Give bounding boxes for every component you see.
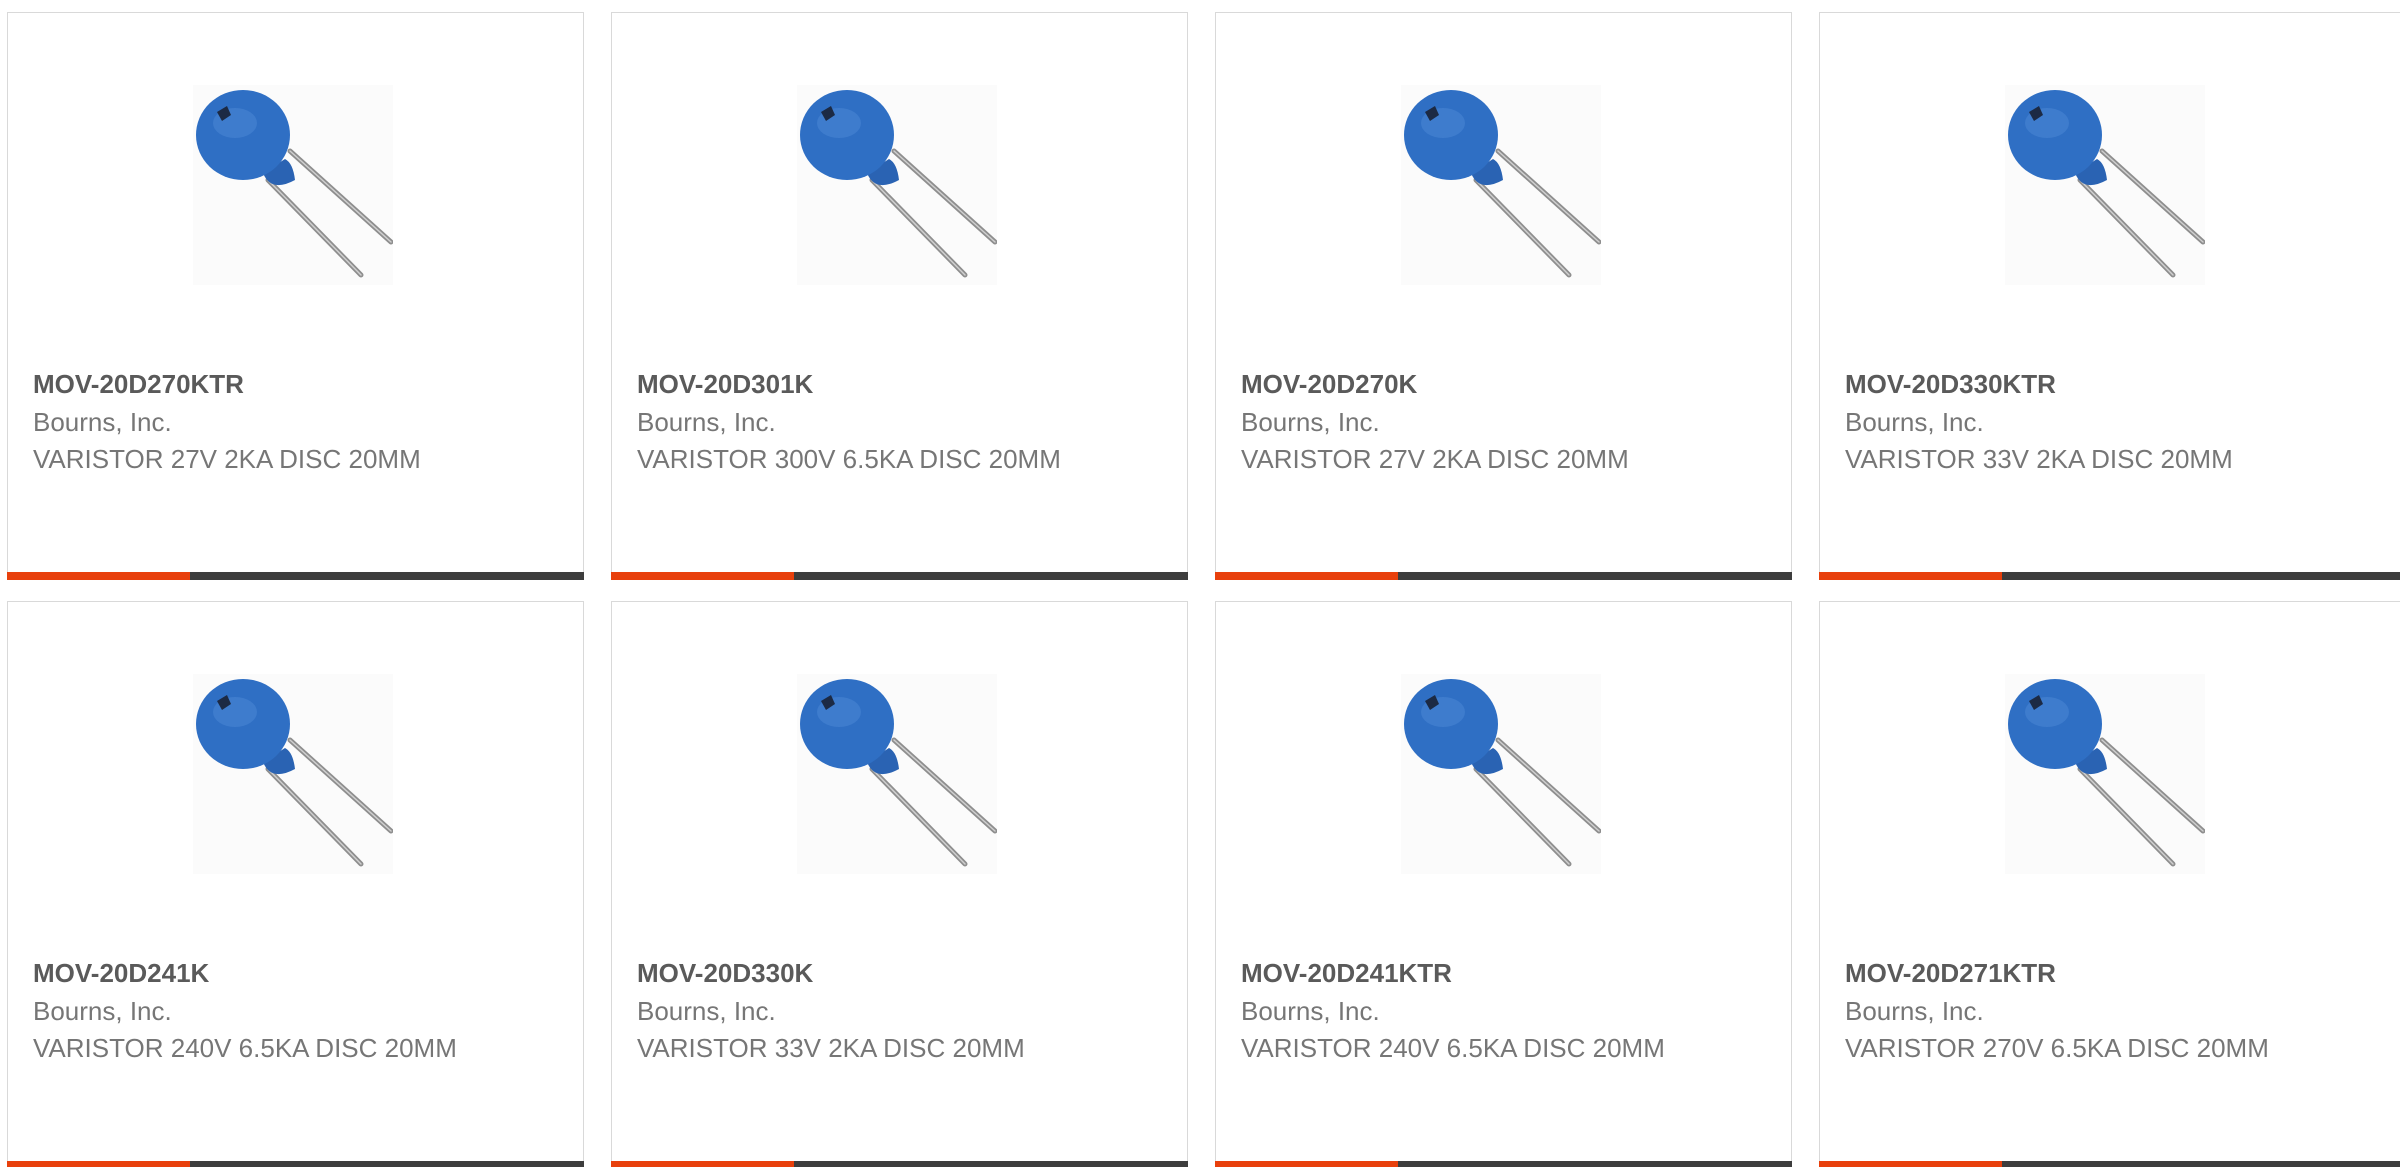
description: VARISTOR 33V 2KA DISC 20MM xyxy=(637,1033,1025,1063)
product-image[interactable] xyxy=(1401,674,1601,874)
part-number[interactable]: MOV-20D241K xyxy=(33,957,209,989)
manufacturer: Bourns, Inc. xyxy=(1845,407,1984,437)
manufacturer: Bourns, Inc. xyxy=(33,996,172,1026)
card-bottom-bar xyxy=(1215,572,1792,580)
product-card[interactable]: MOV-20D241K Bourns, Inc. VARISTOR 240V 6… xyxy=(7,601,584,1167)
card-accent-bar xyxy=(1819,1161,2002,1167)
part-number[interactable]: MOV-20D301K xyxy=(637,368,813,400)
product-image[interactable] xyxy=(193,85,393,285)
part-number[interactable]: MOV-20D270K xyxy=(1241,368,1417,400)
product-card[interactable]: MOV-20D241KTR Bourns, Inc. VARISTOR 240V… xyxy=(1215,601,1792,1167)
manufacturer: Bourns, Inc. xyxy=(1241,407,1380,437)
description: VARISTOR 270V 6.5KA DISC 20MM xyxy=(1845,1033,2269,1063)
product-image[interactable] xyxy=(2005,85,2205,285)
description: VARISTOR 240V 6.5KA DISC 20MM xyxy=(33,1033,457,1063)
varistor-disc-icon xyxy=(800,679,997,867)
card-accent-bar xyxy=(611,1161,794,1167)
manufacturer: Bourns, Inc. xyxy=(33,407,172,437)
product-grid: MOV-20D270KTR Bourns, Inc. VARISTOR 27V … xyxy=(0,0,2400,1167)
product-image[interactable] xyxy=(193,674,393,874)
product-image[interactable] xyxy=(797,85,997,285)
card-bottom-bar xyxy=(611,1161,1188,1167)
description: VARISTOR 27V 2KA DISC 20MM xyxy=(1241,444,1629,474)
description: VARISTOR 300V 6.5KA DISC 20MM xyxy=(637,444,1061,474)
description: VARISTOR 240V 6.5KA DISC 20MM xyxy=(1241,1033,1665,1063)
product-card[interactable]: MOV-20D330K Bourns, Inc. VARISTOR 33V 2K… xyxy=(611,601,1188,1167)
varistor-disc-icon xyxy=(2008,90,2205,278)
part-number[interactable]: MOV-20D330K xyxy=(637,957,813,989)
card-accent-bar xyxy=(1819,572,2002,580)
part-number[interactable]: MOV-20D270KTR xyxy=(33,368,244,400)
card-bottom-bar xyxy=(1819,572,2400,580)
varistor-disc-icon xyxy=(800,90,997,278)
card-accent-bar xyxy=(611,572,794,580)
product-card[interactable]: MOV-20D270KTR Bourns, Inc. VARISTOR 27V … xyxy=(7,12,584,580)
part-number[interactable]: MOV-20D330KTR xyxy=(1845,368,2056,400)
card-accent-bar xyxy=(1215,572,1398,580)
varistor-disc-icon xyxy=(1404,90,1601,278)
varistor-disc-icon xyxy=(1404,679,1601,867)
card-accent-bar xyxy=(7,1161,190,1167)
card-accent-bar xyxy=(1215,1161,1398,1167)
part-number[interactable]: MOV-20D241KTR xyxy=(1241,957,1452,989)
card-bottom-bar xyxy=(7,1161,584,1167)
varistor-disc-icon xyxy=(196,90,393,278)
product-card[interactable]: MOV-20D270K Bourns, Inc. VARISTOR 27V 2K… xyxy=(1215,12,1792,580)
description: VARISTOR 27V 2KA DISC 20MM xyxy=(33,444,421,474)
manufacturer: Bourns, Inc. xyxy=(1241,996,1380,1026)
product-card[interactable]: MOV-20D330KTR Bourns, Inc. VARISTOR 33V … xyxy=(1819,12,2400,580)
card-bottom-bar xyxy=(1819,1161,2400,1167)
product-image[interactable] xyxy=(2005,674,2205,874)
varistor-disc-icon xyxy=(2008,679,2205,867)
manufacturer: Bourns, Inc. xyxy=(1845,996,1984,1026)
card-bottom-bar xyxy=(1215,1161,1792,1167)
manufacturer: Bourns, Inc. xyxy=(637,407,776,437)
card-accent-bar xyxy=(7,572,190,580)
card-bottom-bar xyxy=(7,572,584,580)
product-card[interactable]: MOV-20D271KTR Bourns, Inc. VARISTOR 270V… xyxy=(1819,601,2400,1167)
part-number[interactable]: MOV-20D271KTR xyxy=(1845,957,2056,989)
product-image[interactable] xyxy=(1401,85,1601,285)
description: VARISTOR 33V 2KA DISC 20MM xyxy=(1845,444,2233,474)
product-image[interactable] xyxy=(797,674,997,874)
varistor-disc-icon xyxy=(196,679,393,867)
manufacturer: Bourns, Inc. xyxy=(637,996,776,1026)
product-card[interactable]: MOV-20D301K Bourns, Inc. VARISTOR 300V 6… xyxy=(611,12,1188,580)
card-bottom-bar xyxy=(611,572,1188,580)
